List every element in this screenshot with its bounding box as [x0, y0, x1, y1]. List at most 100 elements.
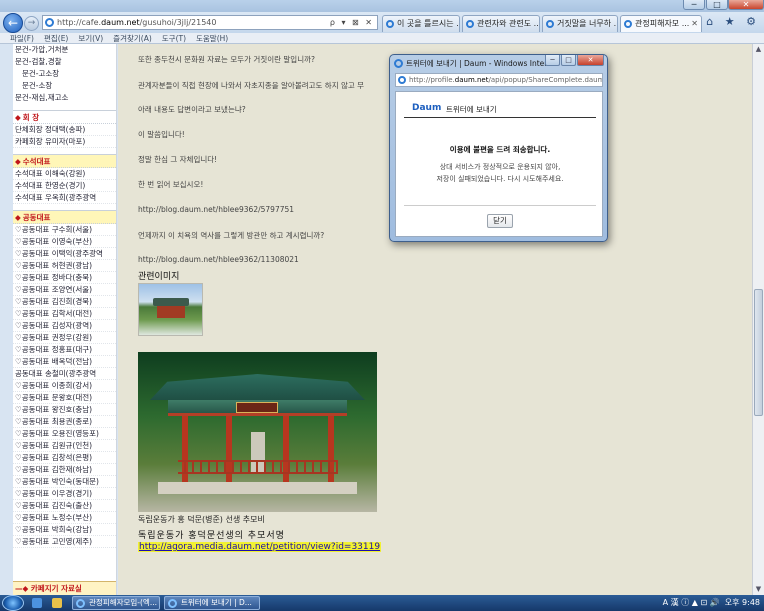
sidebar-item[interactable]: ♡공동대표 이택익(광주광역	[13, 248, 116, 260]
sidebar-item[interactable]: ♡공동대표 김학서(대전)	[13, 308, 116, 320]
clock[interactable]: 오후 9:48	[725, 598, 760, 607]
taskbar-item[interactable]: 관정피해자모임-(엑...	[72, 596, 160, 610]
daum-logo: Daum	[412, 103, 441, 113]
sidebar-item[interactable]: ♡공동대표 오용진(영등포)	[13, 428, 116, 440]
back-button[interactable]: ←	[3, 13, 23, 33]
toolbar-icons[interactable]: ⌂ ★ ⚙	[706, 15, 760, 28]
scrollbar-thumb[interactable]	[754, 289, 763, 416]
sidebar-item[interactable]: ♡공동대표 최용권(종로)	[13, 416, 116, 428]
folder-quicklaunch-icon[interactable]	[52, 598, 62, 608]
sidebar-item[interactable]: 단체회장 정대택(송파)	[13, 124, 116, 136]
popup-address-bar[interactable]: http://profile.daum.net/api/popup/ShareC…	[395, 73, 603, 87]
sidebar-item[interactable]: 문건-재심,재고소	[13, 92, 116, 104]
sidebar-item[interactable]: ♡공동대표 배옥덕(전남)	[13, 356, 116, 368]
menu-file[interactable]: 파일(F)	[10, 34, 34, 43]
address-bar[interactable]: http://cafe.daum.net/gusuhoi/3jlj/21540 …	[42, 15, 378, 30]
menu-tools[interactable]: 도구(T)	[162, 34, 186, 43]
sidebar-section-representatives: ◆ 공동대표 ♡공동대표 구수회(서울) ♡공동대표 이영숙(부산) ♡공동대표 이택…	[13, 210, 116, 548]
sidebar-item[interactable]: ♡공동대표 김성자(광역)	[13, 320, 116, 332]
close-button[interactable]: ✕	[728, 0, 764, 10]
menu-edit[interactable]: 편집(E)	[44, 34, 68, 43]
tab-active[interactable]: 관정피해자모 ... ✕	[620, 15, 702, 32]
ie-task-icon	[76, 599, 85, 608]
sidebar-item[interactable]: 카페회장 유미자(마포)	[13, 136, 116, 148]
sidebar-section-chief: ◆ 수석대표 수석대표 이해숙(강원) 수석대표 한영순(경기) 수석대표 우옥희…	[13, 154, 116, 204]
address-prefix: http://cafe.	[57, 18, 102, 27]
sidebar-item[interactable]: 수석대표 우옥희(광주광역	[13, 192, 116, 204]
ie-quicklaunch-icon[interactable]	[32, 598, 42, 608]
tab-2[interactable]: 관련자와 관련도 ...	[462, 15, 540, 32]
sidebar-item[interactable]: ♡공동대표 왕진호(충남)	[13, 404, 116, 416]
scroll-up-icon[interactable]: ▲	[753, 44, 764, 55]
cafe-sidebar: 문건-가압,거처분 문건-검찰,경찰 문건-고소장 문건-소장 문건-재심,재고…	[13, 44, 117, 595]
sidebar-item[interactable]: ♡공동대표 김진희(경북)	[13, 296, 116, 308]
pavilion-roof-shape	[153, 298, 189, 306]
sidebar-item[interactable]: 문건-가압,거처분	[13, 44, 116, 56]
start-button[interactable]	[2, 595, 24, 611]
ie-page-icon	[45, 18, 54, 27]
daum-logo-text: Daum	[412, 103, 442, 113]
blog-link[interactable]: http://blog.daum.net/hblee9362/11308021	[138, 255, 299, 264]
menu-help[interactable]: 도움말(H)	[196, 34, 228, 43]
post-text-line: 이 말씀입니다!	[138, 130, 185, 139]
sidebar-item[interactable]: ♡공동대표 정바다(충북)	[13, 272, 116, 284]
sidebar-item[interactable]: ♡공동대표 김원규(인천)	[13, 440, 116, 452]
sidebar-item[interactable]: ♡공동대표 이우경(경기)	[13, 488, 116, 500]
post-text-line: 한 번 읽어 보십시오!	[138, 180, 204, 189]
sidebar-item[interactable]: ♡공동대표 박희숙(강남)	[13, 524, 116, 536]
sidebar-item[interactable]: 수석대표 이해숙(강원)	[13, 168, 116, 180]
sidebar-item[interactable]: ♡공동대표 허현권(광남)	[13, 260, 116, 272]
popup-minimize-button[interactable]: ─	[545, 55, 560, 66]
sidebar-item[interactable]: ♡공동대표 김한재(하남)	[13, 464, 116, 476]
sidebar-item[interactable]: 공동대표 송철미(광주광역	[13, 368, 116, 380]
address-prefix: http://profile.	[409, 76, 455, 84]
sidebar-item[interactable]: 수석대표 한영순(경기)	[13, 180, 116, 192]
related-image-thumbnail[interactable]	[138, 283, 203, 336]
address-controls[interactable]: ρ ▾ ⊠ ✕	[330, 16, 374, 29]
sidebar-item[interactable]: ♡공동대표 정홍표(대구)	[13, 344, 116, 356]
ie-task-icon	[168, 599, 177, 608]
error-message-line: 저장이 실패되었습니다. 다시 시도해주세요.	[436, 175, 564, 183]
memorial-pavilion-photo[interactable]	[138, 352, 377, 512]
ie-window-icon	[394, 59, 403, 68]
system-tray[interactable]: A 漢 ⓘ ▲ ⊡ 🔊 오후 9:48	[663, 595, 760, 611]
sidebar-item[interactable]: ♡공동대표 김진숙(출산)	[13, 500, 116, 512]
sidebar-item[interactable]: 문건-검찰,경찰	[13, 56, 116, 68]
post-text-line: 정말 한심 그 자체입니다!	[138, 155, 218, 164]
sidebar-item[interactable]: ♡공동대표 조양연(서울)	[13, 284, 116, 296]
vertical-scrollbar[interactable]: ▲ ▼	[752, 44, 764, 595]
tab-label: 관련자와 관련도 ...	[477, 19, 540, 28]
popup-close-button[interactable]: ✕	[577, 55, 604, 66]
tab-3[interactable]: 거짓말을 너무하 ...	[542, 15, 618, 32]
forward-button[interactable]: →	[24, 16, 39, 31]
tab-close-icon[interactable]: ✕	[691, 16, 698, 31]
sidebar-item[interactable]: ♡공동대표 권정우(강원)	[13, 332, 116, 344]
popup-heading: 트위터에 보내기	[446, 105, 497, 114]
sidebar-item[interactable]: ♡공동대표 박인숙(동대문)	[13, 476, 116, 488]
close-popup-button[interactable]: 닫기	[487, 214, 513, 228]
sidebar-bottom-section[interactable]: —◆ 카페지기 자료실	[13, 581, 116, 595]
section-title: 공동대표	[22, 213, 51, 222]
tray-icons[interactable]: A 漢 ⓘ ▲ ⊡ 🔊	[663, 598, 720, 607]
sidebar-item[interactable]: ♡공동대표 노정수(부산)	[13, 512, 116, 524]
sidebar-item[interactable]: ♡공동대표 김창석(은평)	[13, 452, 116, 464]
sidebar-item[interactable]: ♡공동대표 구수회(서울)	[13, 224, 116, 236]
sidebar-item[interactable]: ♡공동대표 이종희(강서)	[13, 380, 116, 392]
sidebar-item[interactable]: ♡공동대표 문왕호(대전)	[13, 392, 116, 404]
popup-maximize-button[interactable]: □	[561, 55, 576, 66]
menu-favorites[interactable]: 즐겨찾기(A)	[113, 34, 152, 43]
popup-body: Daum 트위터에 보내기 이용에 불편을 드려 죄송합니다. 상대 서비스가 …	[395, 91, 603, 237]
minimize-button[interactable]: ─	[683, 0, 705, 10]
section-title: 회 장	[22, 113, 40, 122]
petition-link[interactable]: http://agora.media.daum.net/petition/vie…	[138, 542, 382, 552]
scroll-down-icon[interactable]: ▼	[753, 584, 764, 595]
tab-1[interactable]: 이 곳을 틀르시는 ...	[382, 15, 460, 32]
maximize-button[interactable]: □	[706, 0, 728, 10]
sidebar-item[interactable]: 문건-고소장	[13, 68, 116, 80]
menu-view[interactable]: 보기(V)	[78, 34, 103, 43]
taskbar-item[interactable]: 트위터에 보내기 | D...	[164, 596, 260, 610]
sidebar-item[interactable]: ♡공동대표 이영숙(부산)	[13, 236, 116, 248]
sidebar-item[interactable]: 문건-소장	[13, 80, 116, 92]
blog-link[interactable]: http://blog.daum.net/hblee9362/5797751	[138, 205, 294, 214]
sidebar-item[interactable]: ♡공동대표 고민영(제주)	[13, 536, 116, 548]
